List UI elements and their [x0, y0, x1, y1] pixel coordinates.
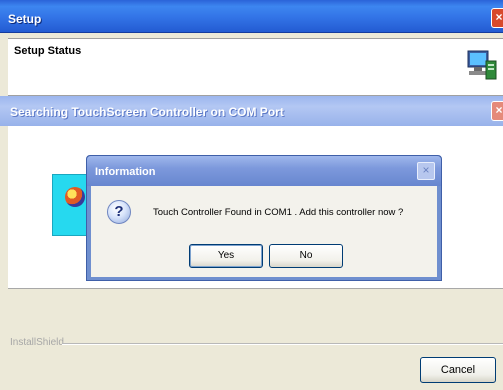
- setup-status-panel: Setup Status: [8, 38, 503, 96]
- information-body: ? Touch Controller Found in COM1 . Add t…: [91, 186, 437, 277]
- setup-close-button[interactable]: ×: [491, 8, 503, 28]
- information-dialog: Information × ? Touch Controller Found i…: [86, 155, 442, 281]
- information-title: Information: [95, 166, 156, 178]
- search-window-title: Searching TouchScreen Controller on COM …: [10, 105, 284, 119]
- cancel-button[interactable]: Cancel: [420, 357, 496, 383]
- information-message: Touch Controller Found in COM1 . Add thi…: [153, 207, 404, 218]
- no-button[interactable]: No: [269, 244, 343, 268]
- information-titlebar[interactable]: Information ×: [87, 156, 441, 186]
- yes-button[interactable]: Yes: [189, 244, 263, 268]
- setup-status-label: Setup Status: [14, 45, 82, 57]
- search-close-button[interactable]: ×: [491, 101, 503, 121]
- question-icon: ?: [107, 200, 131, 224]
- setup-titlebar[interactable]: Setup ×: [0, 0, 503, 33]
- setup-window-title: Setup: [8, 12, 42, 26]
- installshield-divider: [62, 343, 503, 345]
- computer-setup-icon: [467, 50, 497, 80]
- touch-glyph-icon: [65, 187, 85, 207]
- search-titlebar[interactable]: Searching TouchScreen Controller on COM …: [0, 96, 503, 126]
- information-close-button[interactable]: ×: [417, 162, 435, 180]
- installshield-label: InstallShield: [10, 337, 64, 348]
